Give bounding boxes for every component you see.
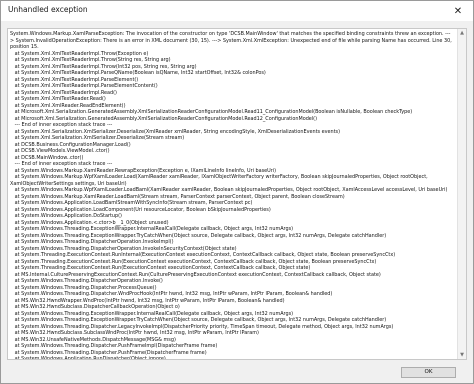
exception-text-box[interactable]: System.Windows.Markup.XamlParseException… xyxy=(7,28,467,360)
window-title: Unhandled exception xyxy=(8,5,88,14)
scroll-up-icon[interactable]: ▲ xyxy=(459,30,465,36)
title-bar[interactable]: Unhandled exception ✕ xyxy=(1,1,473,21)
exception-dialog: Unhandled exception ✕ System.Windows.Mar… xyxy=(0,0,474,384)
vertical-scrollbar[interactable]: ▲ ▼ xyxy=(457,29,466,359)
ok-button[interactable]: OK xyxy=(401,367,456,378)
exception-details-text: System.Windows.Markup.XamlParseException… xyxy=(10,31,452,360)
scroll-down-icon[interactable]: ▼ xyxy=(459,352,465,358)
close-icon: ✕ xyxy=(453,5,463,17)
close-button[interactable]: ✕ xyxy=(443,1,473,21)
